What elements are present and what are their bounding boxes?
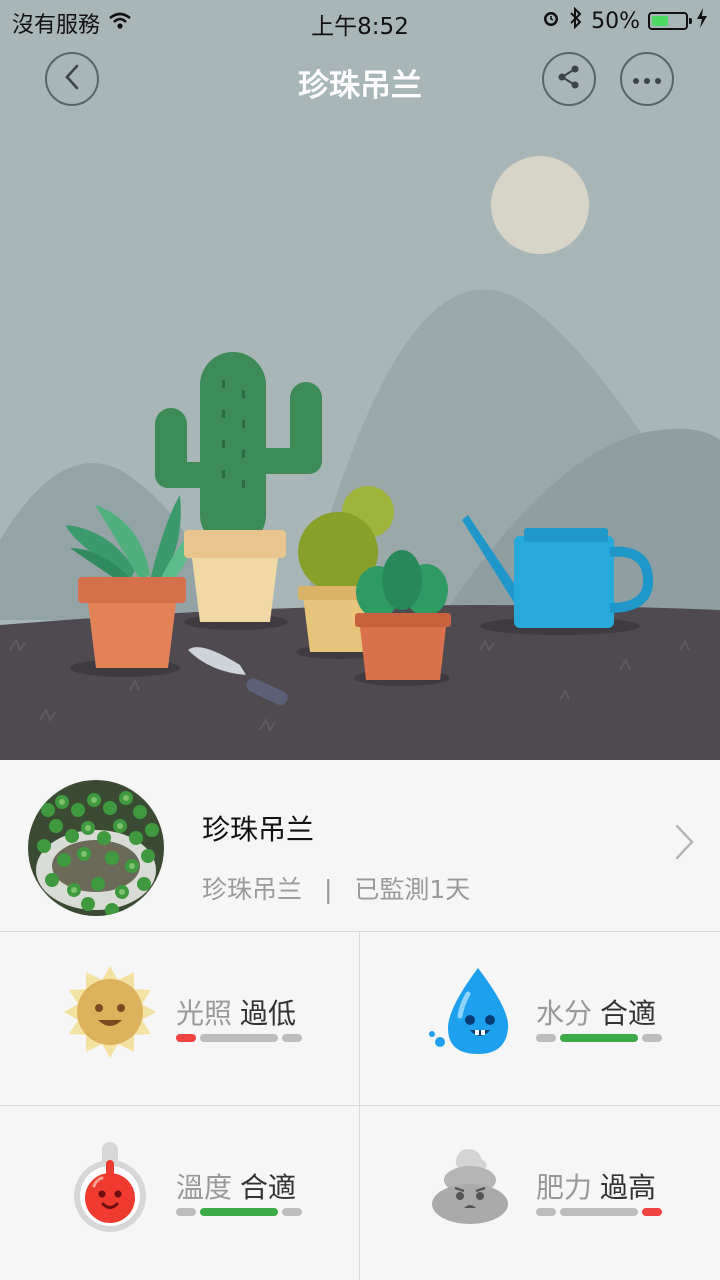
- gauge-low-segment: [536, 1034, 556, 1042]
- garden-scene-illustration: [0, 0, 720, 760]
- metric-water[interactable]: 水分 合適: [360, 932, 720, 1106]
- water-drop-icon: [422, 964, 518, 1060]
- share-icon: [556, 64, 582, 94]
- monitoring-duration: 已監測1天: [354, 875, 471, 904]
- thermometer-icon: [62, 1138, 158, 1234]
- gauge-high-segment: [282, 1208, 302, 1216]
- metric-gauge: [536, 1208, 662, 1216]
- metric-gauge: [176, 1208, 302, 1216]
- plant-avatar: [28, 780, 164, 916]
- metric-label: 溫度: [176, 1171, 233, 1204]
- metric-label: 光照: [176, 997, 233, 1030]
- chevron-right-icon: [674, 824, 694, 864]
- metric-gauge: [536, 1034, 662, 1042]
- plant-subtitle: 珍珠吊兰 | 已監測1天: [202, 870, 470, 906]
- metric-status: 過高: [600, 1171, 657, 1204]
- metric-status: 合適: [600, 997, 657, 1030]
- gauge-low-segment: [176, 1208, 196, 1216]
- share-button[interactable]: [542, 52, 596, 106]
- fertilizer-icon: [422, 1138, 518, 1234]
- metric-light[interactable]: 光照 過低: [0, 932, 360, 1106]
- more-icon: [632, 70, 662, 89]
- metric-label: 肥力: [536, 1171, 593, 1204]
- more-button[interactable]: [620, 52, 674, 106]
- plant-detail-screen: 沒有服務 上午8:52 50% 珍珠吊兰 珍珠吊兰 珍珠吊兰 | 已監測1天 光…: [0, 0, 720, 1280]
- gauge-low-segment: [536, 1208, 556, 1216]
- sun-icon: [62, 964, 158, 1060]
- plant-name: 珍珠吊兰: [202, 813, 315, 846]
- plant-species: 珍珠吊兰: [202, 875, 303, 904]
- page-title: 珍珠吊兰: [298, 68, 422, 104]
- gauge-ok-segment: [560, 1034, 638, 1042]
- alarm-icon: [541, 8, 561, 34]
- metric-label: 水分: [536, 997, 593, 1030]
- sun-illustration: [491, 156, 589, 254]
- bluetooth-icon: [569, 6, 583, 35]
- metric-temperature[interactable]: 溫度 合適: [0, 1106, 360, 1280]
- charging-icon: [696, 8, 708, 34]
- gauge-high-segment: [642, 1208, 662, 1216]
- succulent-illustration: [355, 550, 451, 680]
- metric-status: 合適: [240, 1171, 297, 1204]
- subtitle-separator: |: [323, 875, 333, 904]
- metric-gauge: [176, 1034, 302, 1042]
- metrics-grid: 光照 過低 水分 合適 溫度 合適 肥力 過高: [0, 932, 720, 1280]
- plant-illustration: 沒有服務 上午8:52 50% 珍珠吊兰: [0, 0, 720, 760]
- gauge-ok-segment: [200, 1034, 278, 1042]
- plant-profile-row[interactable]: 珍珠吊兰 珍珠吊兰 | 已監測1天: [0, 760, 720, 932]
- metric-fertility[interactable]: 肥力 過高: [360, 1106, 720, 1280]
- gauge-high-segment: [642, 1034, 662, 1042]
- battery-icon: [648, 12, 692, 30]
- gauge-ok-segment: [560, 1208, 638, 1216]
- status-bar: 沒有服務 上午8:52 50%: [0, 0, 720, 40]
- metric-status: 過低: [240, 997, 297, 1030]
- gauge-ok-segment: [200, 1208, 278, 1216]
- gauge-high-segment: [282, 1034, 302, 1042]
- battery-percent: 50%: [591, 8, 640, 34]
- gauge-low-segment: [176, 1034, 196, 1042]
